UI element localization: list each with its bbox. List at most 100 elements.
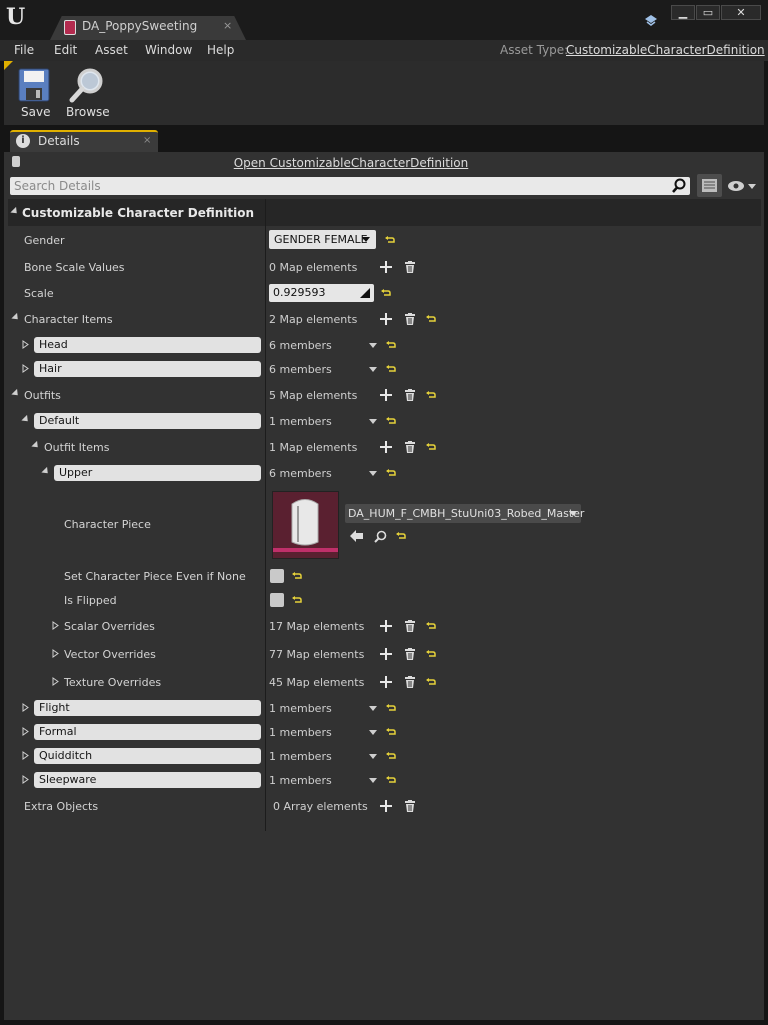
dropdown-arrow-icon[interactable] [369,471,377,476]
hair-key[interactable]: Hair [34,361,261,377]
reset-to-default-icon[interactable] [386,728,396,736]
menu-asset[interactable]: Asset [95,43,128,57]
reset-to-default-icon[interactable] [386,704,396,712]
reset-to-default-icon[interactable] [426,622,436,630]
expand-arrow-icon[interactable] [22,703,29,712]
use-selected-arrow-icon[interactable] [350,530,364,542]
document-tab-title: DA_PoppySweeting [82,19,198,33]
reset-to-default-icon[interactable] [386,341,396,349]
is-flipped-checkbox[interactable] [270,593,284,607]
upper-key[interactable]: Upper [54,465,261,481]
dropdown-arrow-icon[interactable] [369,706,377,711]
bone-scale-label: Bone Scale Values [24,261,125,274]
character-piece-dropdown[interactable]: DA_HUM_F_CMBH_StuUni03_Robed_Master [345,504,584,523]
unreal-logo-icon: U [6,4,26,30]
search-icon[interactable] [671,178,687,194]
expand-arrow-icon[interactable] [22,340,29,349]
expand-arrow-icon[interactable] [52,677,59,686]
reset-to-default-icon[interactable] [426,443,436,451]
tab-close-icon[interactable]: × [143,135,151,146]
gender-dropdown[interactable]: GENDER FEMALE [269,230,376,249]
expand-arrow-icon[interactable] [22,727,29,736]
data-asset-icon [64,20,76,35]
trash-icon[interactable] [405,676,415,688]
dropdown-arrow-icon[interactable] [369,367,377,372]
trash-icon[interactable] [405,620,415,632]
reset-to-default-icon[interactable] [396,532,406,540]
reset-to-default-icon[interactable] [292,572,302,580]
formal-key[interactable]: Formal [34,724,261,740]
head-members: 6 members [269,339,332,352]
reset-to-default-icon[interactable] [385,236,395,244]
add-element-icon[interactable] [380,261,392,273]
dropdown-arrow-icon[interactable] [369,754,377,759]
reset-to-default-icon[interactable] [292,596,302,604]
add-element-icon[interactable] [380,648,392,660]
reset-to-default-icon[interactable] [386,776,396,784]
open-asset-link[interactable]: Open CustomizableCharacterDefinition [0,156,702,170]
add-element-icon[interactable] [380,313,392,325]
browse-label: Browse [66,105,110,119]
save-label: Save [21,105,51,119]
reset-to-default-icon[interactable] [381,289,391,297]
dropdown-arrow-icon[interactable] [369,730,377,735]
character-items-label: Character Items [24,313,113,326]
add-element-icon[interactable] [380,676,392,688]
quidditch-key[interactable]: Quidditch [34,748,261,764]
expand-arrow-icon[interactable] [22,775,29,784]
dropdown-arrow-icon[interactable] [369,343,377,348]
search-input[interactable] [14,178,654,194]
scale-input[interactable]: 0.929593 [269,284,374,302]
menu-help[interactable]: Help [207,43,234,57]
details-panel [4,152,764,1020]
source-control-icon[interactable] [643,13,659,29]
expand-arrow-icon[interactable] [52,649,59,658]
reset-to-default-icon[interactable] [426,391,436,399]
resize-spin-icon[interactable] [360,288,370,298]
eye-icon[interactable] [727,180,757,192]
close-window-button[interactable]: ✕ [721,5,761,20]
reset-to-default-icon[interactable] [426,650,436,658]
trash-icon[interactable] [405,261,415,273]
property-matrix-button[interactable] [697,174,722,197]
dropdown-arrow-icon[interactable] [369,778,377,783]
browse-magnifier-icon[interactable] [374,530,387,543]
head-key[interactable]: Head [34,337,261,353]
sleepware-key[interactable]: Sleepware [34,772,261,788]
menu-window[interactable]: Window [145,43,192,57]
add-element-icon[interactable] [380,800,392,812]
tab-details[interactable] [10,130,158,152]
texture-overrides-label: Texture Overrides [64,676,162,689]
add-element-icon[interactable] [380,620,392,632]
asset-thumbnail[interactable] [272,491,339,559]
maximize-button[interactable]: ▭ [696,5,720,20]
toolbar-corner-marker [4,61,13,70]
column-splitter[interactable] [265,199,266,831]
add-element-icon[interactable] [380,441,392,453]
reset-to-default-icon[interactable] [386,752,396,760]
flight-key[interactable]: Flight [34,700,261,716]
tab-close-icon[interactable]: × [223,19,232,32]
save-icon [18,68,50,102]
add-element-icon[interactable] [380,389,392,401]
set-piece-if-none-checkbox[interactable] [270,569,284,583]
menu-edit[interactable]: Edit [54,43,77,57]
menu-file[interactable]: File [14,43,34,57]
dropdown-arrow-icon[interactable] [369,419,377,424]
reset-to-default-icon[interactable] [386,417,396,425]
expand-arrow-icon[interactable] [22,751,29,760]
asset-type-link[interactable]: CustomizableCharacterDefinition [566,43,765,57]
trash-icon[interactable] [405,313,415,325]
reset-to-default-icon[interactable] [426,678,436,686]
default-key[interactable]: Default [34,413,261,429]
reset-to-default-icon[interactable] [426,315,436,323]
reset-to-default-icon[interactable] [386,365,396,373]
expand-arrow-icon[interactable] [52,621,59,630]
trash-icon[interactable] [405,389,415,401]
expand-arrow-icon[interactable] [22,364,29,373]
trash-icon[interactable] [405,800,415,812]
reset-to-default-icon[interactable] [386,469,396,477]
trash-icon[interactable] [405,648,415,660]
minimize-button[interactable]: ▁ [671,5,695,20]
trash-icon[interactable] [405,441,415,453]
